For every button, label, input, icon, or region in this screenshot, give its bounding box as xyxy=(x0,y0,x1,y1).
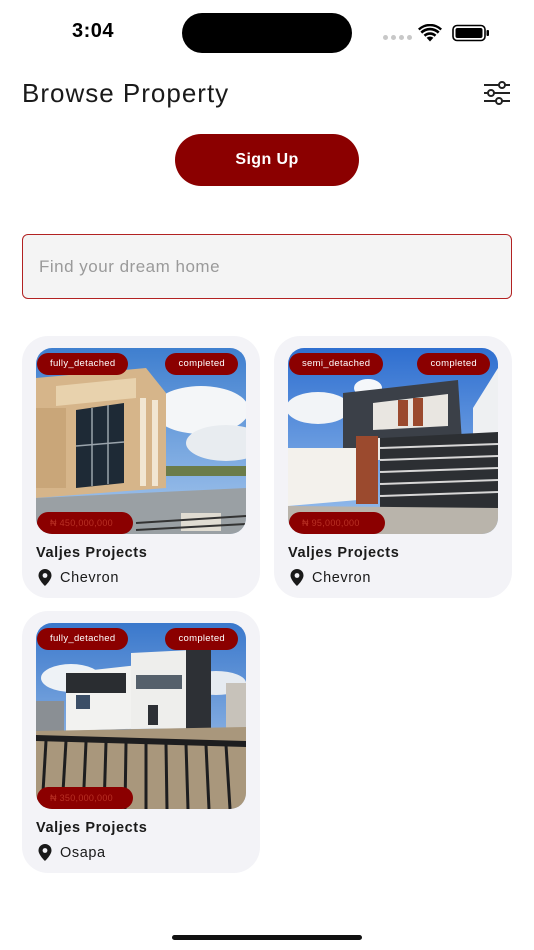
property-price: ₦ 95,000,000 xyxy=(302,518,360,528)
home-indicator[interactable] xyxy=(172,935,362,940)
property-location: Osapa xyxy=(38,844,106,861)
location-text: Chevron xyxy=(60,569,120,586)
signup-button[interactable]: Sign Up xyxy=(175,134,359,186)
wifi-icon xyxy=(418,24,442,42)
location-text: Osapa xyxy=(60,844,106,861)
property-price: ₦ 450,000,000 xyxy=(50,518,113,528)
property-title: Valjes Projects xyxy=(36,820,148,836)
dynamic-island xyxy=(182,13,352,53)
property-title: Valjes Projects xyxy=(36,545,148,561)
property-status-badge: completed xyxy=(417,353,490,375)
map-pin-icon xyxy=(38,844,52,861)
property-location: Chevron xyxy=(290,569,371,586)
property-status-badge: completed xyxy=(165,628,238,650)
location-text: Chevron xyxy=(312,569,372,586)
property-type-badge: semi_detached xyxy=(289,353,384,375)
property-image: fully_detached completed ₦ 350,000,000 xyxy=(36,623,246,809)
property-location: Chevron xyxy=(38,569,119,586)
property-type-badge: fully_detached xyxy=(37,353,129,375)
property-price-badge: ₦ 95,000,000 xyxy=(289,512,385,534)
property-price-badge: ₦ 450,000,000 xyxy=(37,512,133,534)
property-price-badge: ₦ 350,000,000 xyxy=(37,787,133,809)
header: Browse Property xyxy=(22,76,512,112)
battery-icon xyxy=(452,24,489,42)
search-input[interactable] xyxy=(22,234,512,299)
property-image: semi_detached completed ₦ 95,000,000 xyxy=(288,348,498,534)
property-card[interactable]: fully_detached completed ₦ 450,000,000 V… xyxy=(22,336,260,598)
property-image: fully_detached completed ₦ 450,000,000 xyxy=(36,348,246,534)
property-status-badge: completed xyxy=(165,353,238,375)
signal-icon xyxy=(383,35,412,40)
map-pin-icon xyxy=(38,569,52,586)
property-price: ₦ 350,000,000 xyxy=(50,793,113,803)
status-bar: 3:04 xyxy=(0,0,534,64)
property-title: Valjes Projects xyxy=(288,545,400,561)
page-title: Browse Property xyxy=(22,78,230,108)
status-time: 3:04 xyxy=(72,20,115,42)
map-pin-icon xyxy=(290,569,304,586)
filter-icon xyxy=(484,81,510,105)
property-card[interactable]: fully_detached completed ₦ 350,000,000 V… xyxy=(22,611,260,873)
property-type-badge: fully_detached xyxy=(37,628,129,650)
filter-button[interactable] xyxy=(482,80,512,106)
property-card[interactable]: semi_detached completed ₦ 95,000,000 Val… xyxy=(274,336,512,598)
